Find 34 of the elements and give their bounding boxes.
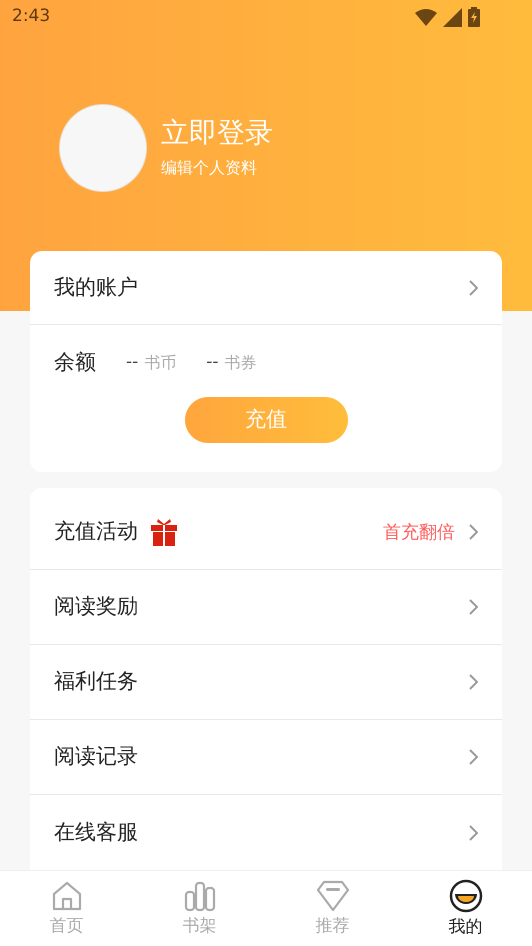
menu-label: 阅读奖励 (54, 593, 138, 620)
smile-icon (448, 878, 482, 913)
tab[interactable]: 我的 (399, 871, 532, 946)
chevron-icon (469, 824, 478, 840)
home-icon (50, 880, 82, 912)
gift-icon (151, 518, 177, 546)
menu-item[interactable]: 阅读奖励 (30, 570, 502, 645)
signal-icon (443, 8, 462, 26)
chevron-icon (469, 749, 478, 765)
status-time: 2:43 (12, 5, 50, 28)
wifi-icon (415, 8, 437, 26)
balance-unit: 书币 (144, 352, 176, 374)
balance-label: 余额 (54, 349, 96, 376)
menu-item[interactable]: 福利任务 (30, 645, 502, 720)
books-icon (184, 880, 216, 912)
menu-label: 阅读记录 (54, 743, 138, 770)
menu-item[interactable]: 在线客服 (30, 795, 502, 870)
chevron-icon (469, 599, 478, 615)
account-row[interactable]: 我的账户 (30, 251, 502, 325)
menu-item[interactable]: 阅读记录 (30, 720, 502, 795)
account-title: 我的账户 (54, 274, 138, 301)
chevron-icon (469, 280, 478, 296)
balance-unit: 书券 (224, 352, 257, 374)
chevron-icon (469, 674, 478, 690)
menu-label: 福利任务 (54, 668, 138, 696)
balance-value: -- (126, 351, 138, 374)
balance-value: -- (206, 351, 219, 374)
menu-label: 在线客服 (54, 818, 138, 846)
menu-label: 充值活动 (54, 518, 138, 546)
battery-icon (468, 7, 480, 27)
diamond-icon (316, 880, 350, 912)
promo-text: 首充翻倍 (383, 520, 455, 544)
chevron-icon (469, 524, 478, 540)
menu-item[interactable]: 充值活动 首充翻倍 (30, 495, 502, 570)
